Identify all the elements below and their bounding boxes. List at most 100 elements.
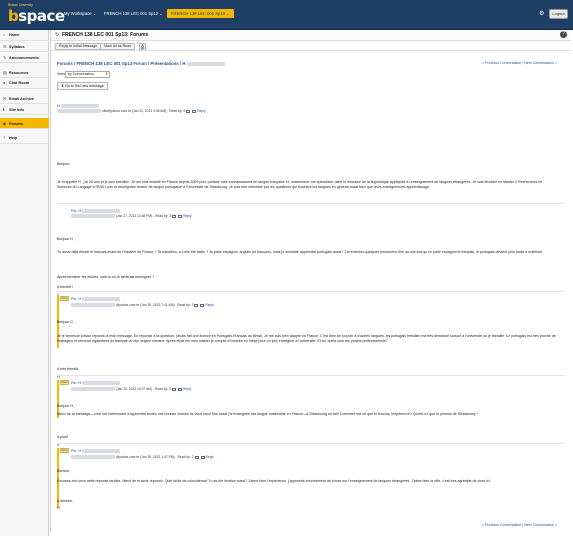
logout-button[interactable]: Logout [549,9,568,19]
nav-item-help[interactable]: ? Help [0,133,49,144]
forum-message: New Re: H @yahoo.com.br (Jan 30, 2013 1:4… [57,443,565,535]
breadcrumb[interactable]: Forums / FRENCH 138 LEC 001 Sp13 Forum /… [57,61,225,66]
message-subject[interactable]: Re: H [71,380,121,385]
refresh-icon[interactable]: ↻ [55,32,59,38]
nav-item-site-info[interactable]: ℹ Site Info [0,104,49,115]
nav-label: Forums [9,122,23,126]
nav-item-syllabus[interactable]: ☰ Syllabus [0,41,49,52]
tab-my-workspace[interactable]: My Workspace ⌄ [64,11,96,16]
nav-label: Home [9,33,20,37]
reply-icon[interactable] [178,214,183,218]
reply-icon[interactable] [192,109,197,113]
prev-conversation-link[interactable]: < Previous Conversation [482,523,521,527]
message-paragraph: Tu aussi déjà étudié le français avant d… [57,250,543,254]
forums-tool: ↻ FRENCH 138 LEC 001 Sp13: Forums ? Repl… [50,30,571,535]
nav-item-chat-room[interactable]: ● Chat Room [0,78,49,89]
email-icon[interactable] [194,455,199,459]
reply-link[interactable]: Reply [183,387,191,391]
forum-message: Re: H (Jan 27, 2013 12:48 PM) - Read by:… [57,203,565,297]
nav-label: Chat Room [9,81,30,85]
message-meta: (Jan 30, 2013 10:07 AM) - Read by: 3 Repl… [71,387,191,392]
message-meta: @yahoo.com.br (Jan 30, 2013 7:41 AM) - R… [71,303,214,308]
next-conversation-link[interactable]: Next Conversation > [524,523,557,527]
message-subject[interactable]: Re: H [71,208,121,213]
action-bar: Reply to Initial Message Mark All as Rea… [51,41,571,51]
help-icon[interactable]: ? [560,31,567,38]
nav-item-resources[interactable]: ▤ Resources [0,67,49,78]
redacted-author [71,387,115,392]
tab-french-sp13[interactable]: FRENCH 138 LEC 001 Sp13 ⌄ [167,9,234,18]
reply-icon[interactable] [177,387,182,391]
view-select-value: by Conversation [68,71,94,76]
logo-text: bspace [8,7,65,25]
redacted-name [82,380,121,385]
nav-label: Syllabus [9,45,25,49]
new-badge: New [60,296,69,301]
nav-icon: ℹ [3,108,5,112]
message-paragraph: Bonjour C , [57,320,75,324]
message-subject[interactable]: Re: H [71,448,121,453]
conversation-nav-bottom: < Previous Conversation | Next Conversat… [482,523,557,527]
nav-icon: ✉ [3,97,7,101]
tool-title: FRENCH 138 LEC 001 Sp13: Forums [62,32,149,38]
email-icon[interactable] [172,214,177,218]
redacted-author [71,214,115,219]
message-paragraph: Bonjour, [57,162,71,166]
reply-link[interactable]: Reply [183,214,191,218]
redacted-name [82,208,121,213]
reply-icon[interactable] [200,455,205,459]
message-meta: uBu@yahoo.com.br (Jan 20, 2013 4:06 AM) … [57,109,206,114]
message-divider [57,443,565,444]
nav-item-home[interactable]: ⌂ Home [0,30,49,41]
forum-message: New Re: H @yahoo.com.br (Jan 30, 2013 7:4… [57,291,565,379]
nav-item-announcements[interactable]: ✎ Announcements [0,52,49,63]
next-conversation-link[interactable]: Next Conversation > [524,61,557,65]
redacted-author [57,109,101,114]
go-to-first-new-button[interactable]: ⬇ Go to first new message [57,82,108,90]
view-label: View [57,72,66,76]
reply-link[interactable]: Reply [206,455,214,459]
message-paragraph: Merci de ta message—c'est fort intéressa… [57,412,479,416]
message-paragraph: A demain, [57,499,73,503]
nav-label: Resources [9,71,29,75]
reply-link[interactable]: Reply [205,303,213,307]
view-select[interactable]: by Conversation ⇕ [65,70,110,78]
message-paragraph: A bientôt ! [57,285,73,289]
message-divider [57,291,565,292]
reply-initial-button[interactable]: Reply to Initial Message [55,43,102,50]
mark-all-read-button[interactable]: Mark All as Read [100,43,136,50]
gear-icon[interactable]: ⚙ [539,11,545,17]
reply-link[interactable]: Reply [197,109,205,113]
nav-item-email-archive[interactable]: ✉ Email Archive [0,93,49,104]
email-icon[interactable] [171,387,176,391]
message-paragraph: Je te remercie d'avoir répondu à mon mes… [57,334,556,343]
tool-menu: ⌂ Home ☰ Syllabus ✎ Announcements ▤ Resources ● C… [0,30,49,536]
nav-item-forums[interactable]: ◆ Forums [0,118,49,129]
reply-icon[interactable] [200,303,205,307]
email-icon[interactable] [194,303,199,307]
nav-label: Help [9,136,18,140]
nav-label: Email Archive [9,97,34,101]
nav-label: Announcements [9,56,39,60]
message-subject[interactable]: Re: H [71,296,121,301]
chevron-down-icon: ⇕ [104,71,108,76]
tab-french-sp12[interactable]: FRENCH 138 LEC 001 Sp12 ⌄ [104,11,163,16]
message-paragraph: Bonsoir, [57,469,70,473]
forum-message: New Re: H (Jan 30, 2013 10:07 AM) - Read … [57,375,565,447]
redacted-name [82,448,121,453]
nav-icon: ? [3,136,6,140]
nav-icon: ✎ [3,56,7,60]
message-paragraph: A très bientôt, [57,367,79,371]
message-paragraph: A pouf! [57,435,69,439]
print-icon[interactable]: ⎙ [139,43,146,50]
bspace-logo[interactable]: Boston University bspace [4,3,65,27]
redacted-author [71,303,115,308]
redacted-name [186,61,225,66]
message-paragraph: Bonjour H , [57,404,75,408]
nav-icon: ▤ [3,71,7,75]
email-icon[interactable] [186,109,191,113]
nav-icon: ⌂ [3,33,6,37]
message-subject[interactable]: H [57,103,100,108]
prev-conversation-link[interactable]: < Previous Conversation [482,61,521,65]
message-paragraph: Je m'appelle H , j'ai 28 ans et je suis … [57,180,543,189]
